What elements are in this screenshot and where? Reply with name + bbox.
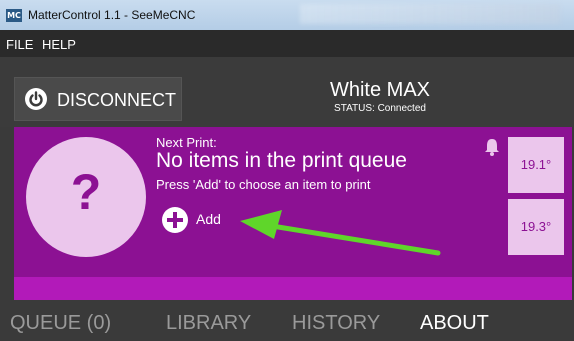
menu-file[interactable]: FILE: [6, 37, 33, 52]
power-icon: [25, 88, 47, 110]
window-title: MatterControl 1.1 - SeeMeCNC: [28, 8, 196, 22]
printer-selector[interactable]: White MAX STATUS: Connected: [188, 77, 572, 121]
tab-library[interactable]: LIBRARY: [166, 312, 251, 335]
menu-help[interactable]: HELP: [42, 37, 76, 52]
printer-bar: DISCONNECT White MAX STATUS: Connected: [0, 57, 574, 127]
window-titlebar: MC MatterControl 1.1 - SeeMeCNC: [0, 0, 574, 30]
disconnect-label: DISCONNECT: [57, 90, 177, 110]
printer-name: White MAX: [329, 79, 431, 101]
progress-bar: [14, 277, 572, 300]
disconnect-button[interactable]: DISCONNECT: [14, 77, 182, 121]
tab-about[interactable]: ABOUT: [420, 312, 489, 335]
next-print-panel: ? Next Print: No items in the print queu…: [14, 127, 572, 300]
annotation-arrow: [240, 210, 441, 256]
tab-bar: QUEUE (0) LIBRARY HISTORY ABOUT: [0, 300, 574, 341]
titlebar-blurred-area: [300, 4, 560, 24]
menu-bar: FILE HELP: [0, 30, 574, 57]
tab-history[interactable]: HISTORY: [292, 312, 380, 335]
tab-queue[interactable]: QUEUE (0): [10, 312, 111, 335]
printer-status: STATUS: Connected: [334, 103, 426, 114]
app-icon: MC: [6, 9, 22, 22]
